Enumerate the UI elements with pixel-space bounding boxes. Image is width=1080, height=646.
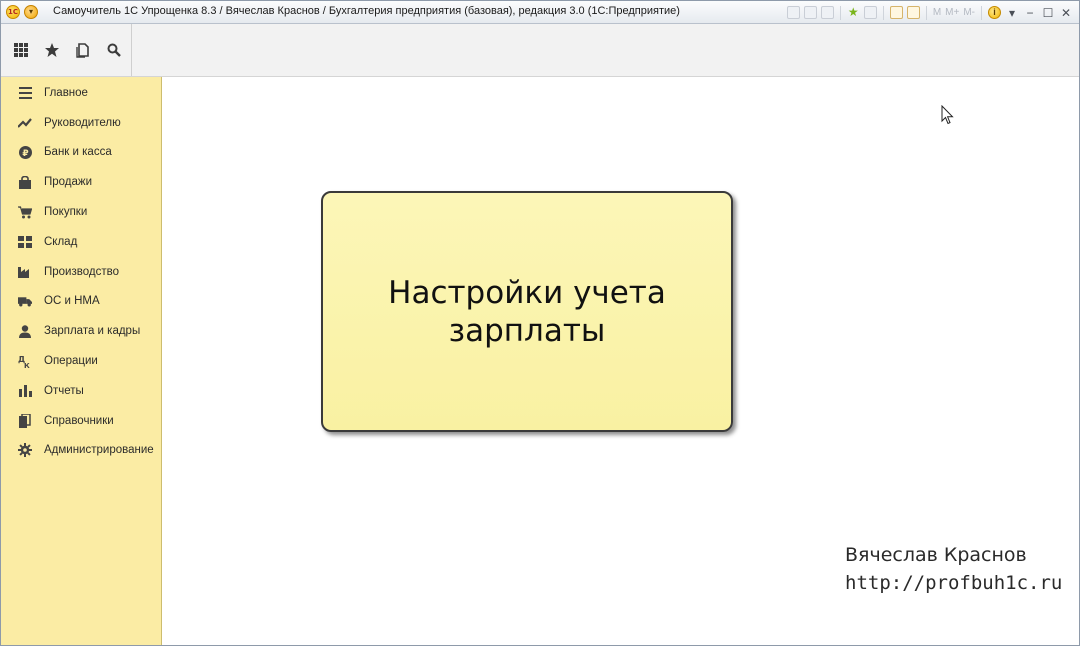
sidebar-item-administration[interactable]: Администрирование: [1, 436, 161, 466]
app-window: 1С ▾ Самоучитель 1С Упрощенка 8.3 / Вяче…: [0, 0, 1080, 646]
svg-text:₽: ₽: [22, 149, 28, 159]
memory-minus-button[interactable]: M-: [963, 7, 975, 18]
calculator-icon[interactable]: [889, 6, 903, 19]
search-button[interactable]: [98, 35, 129, 65]
top-toolbar: [1, 24, 1079, 77]
history-icon: [75, 43, 89, 58]
sidebar-item-production[interactable]: Производство: [1, 257, 161, 287]
author-url: http://profbuh1c.ru: [845, 572, 1063, 594]
sidebar-item-label: Зарплата и кадры: [44, 325, 141, 338]
close-button[interactable]: ✕: [1059, 6, 1073, 20]
cart-icon: [18, 205, 32, 219]
sidebar-item-operations[interactable]: ДК Операции: [1, 346, 161, 376]
add-favorite-icon[interactable]: ★: [847, 6, 860, 19]
sidebar-item-label: Производство: [44, 265, 119, 278]
sidebar-item-label: Руководителю: [44, 116, 121, 129]
sidebar-item-label: Справочники: [44, 414, 114, 427]
operations-icon: ДК: [18, 354, 32, 368]
lesson-title-line2: зарплаты: [448, 312, 606, 349]
sidebar-item-reports[interactable]: Отчеты: [1, 376, 161, 406]
sidebar-item-label: Главное: [44, 86, 88, 99]
print-icon[interactable]: [803, 6, 817, 19]
mouse-cursor-icon: [941, 105, 954, 125]
1c-logo-icon[interactable]: 1С: [6, 5, 20, 19]
author-watermark: Вячеслав Краснов http://profbuh1c.ru: [845, 541, 1062, 597]
quick-access-panel: [1, 24, 132, 76]
link-icon[interactable]: [863, 6, 877, 19]
gear-icon: [18, 443, 32, 458]
toolbar-divider: [882, 5, 884, 20]
author-name: Вячеслав Краснов: [845, 544, 1027, 566]
window-title: Самоучитель 1С Упрощенка 8.3 / Вячеслав …: [53, 5, 680, 17]
main-content: Настройки учета зарплаты Вячеслав Красно…: [162, 77, 1079, 645]
bar-chart-icon: [18, 384, 32, 398]
main-menu-button[interactable]: ▾: [24, 5, 38, 19]
sidebar-item-warehouse[interactable]: Склад: [1, 227, 161, 257]
favorites-star-icon: [44, 43, 59, 57]
info-icon[interactable]: i: [988, 6, 1001, 19]
toolbar-divider: [981, 5, 982, 20]
truck-icon: [18, 294, 32, 308]
sidebar-item-label: Продажи: [44, 176, 93, 189]
factory-icon: [18, 265, 32, 279]
sidebar-item-label: Склад: [44, 235, 78, 248]
svg-text:К: К: [24, 362, 30, 368]
sidebar-item-label: Покупки: [44, 206, 88, 219]
lesson-title-line1: Настройки учета: [388, 274, 666, 311]
memory-plus-button[interactable]: M+: [945, 7, 959, 18]
sections-sidebar: Главное Руководителю ₽ Банк и касса Прод…: [1, 77, 162, 645]
sidebar-item-label: Отчеты: [44, 384, 84, 397]
apps-grid-button[interactable]: [5, 35, 36, 65]
title-bar: 1С ▾ Самоучитель 1С Упрощенка 8.3 / Вяче…: [1, 1, 1079, 24]
save-icon[interactable]: [786, 6, 800, 19]
lesson-title: Настройки учета зарплаты: [388, 274, 666, 350]
sidebar-item-label: Банк и касса: [44, 146, 112, 159]
sidebar-item-label: Администрирование: [44, 444, 154, 457]
maximize-button[interactable]: ☐: [1041, 6, 1055, 20]
sidebar-item-label: ОС и НМА: [44, 295, 100, 308]
person-icon: [18, 324, 32, 338]
apps-grid-icon: [13, 43, 28, 57]
sidebar-item-salary[interactable]: Зарплата и кадры: [1, 316, 161, 346]
sidebar-item-references[interactable]: Справочники: [1, 406, 161, 436]
trend-icon: [18, 116, 32, 130]
books-icon: [18, 413, 32, 428]
memory-m-button[interactable]: M: [933, 7, 941, 18]
toolbar-divider: [839, 5, 841, 20]
sidebar-item-director[interactable]: Руководителю: [1, 108, 161, 138]
chevron-down-icon[interactable]: ▾: [1005, 6, 1019, 20]
history-button[interactable]: [67, 35, 98, 65]
calendar-icon[interactable]: [906, 6, 920, 19]
sidebar-item-sales[interactable]: Продажи: [1, 167, 161, 197]
sidebar-item-bank[interactable]: ₽ Банк и касса: [1, 138, 161, 168]
bag-icon: [18, 175, 32, 189]
warehouse-icon: [18, 235, 32, 249]
sidebar-item-purchases[interactable]: Покупки: [1, 197, 161, 227]
lesson-title-card: Настройки учета зарплаты: [321, 191, 733, 432]
minimize-button[interactable]: −: [1023, 6, 1037, 20]
toolbar-divider: [925, 5, 927, 20]
search-icon: [107, 43, 121, 57]
menu-lines-icon: [18, 86, 32, 100]
sidebar-item-label: Операции: [44, 355, 98, 368]
title-toolbar: ★ M M+ M- i ▾ − ☐ ✕: [786, 4, 1073, 21]
favorites-button[interactable]: [36, 35, 67, 65]
preview-icon[interactable]: [820, 6, 834, 19]
ruble-coin-icon: ₽: [18, 145, 32, 159]
sidebar-item-main[interactable]: Главное: [1, 78, 161, 108]
sidebar-item-assets[interactable]: ОС и НМА: [1, 287, 161, 317]
